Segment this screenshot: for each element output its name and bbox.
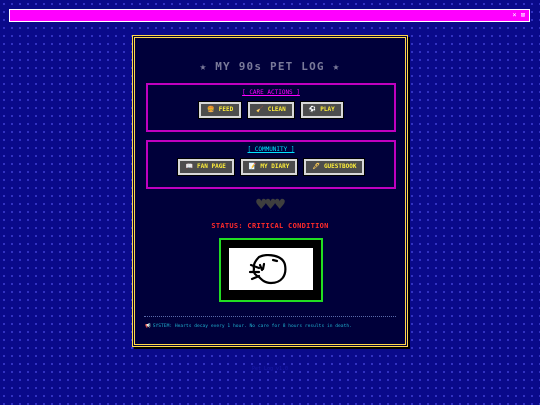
browser-title-bar: × ⊠	[9, 9, 530, 22]
community-section: [ COMMUNITY ] 📖 FAN PAGE 📝 MY DIARY 🖊 GU…	[146, 140, 396, 189]
book-icon: 📖	[185, 163, 194, 170]
notepad-icon: 📝	[248, 163, 257, 170]
guestbook-button[interactable]: 🖊 GUESTBOOK	[303, 158, 366, 176]
feed-button[interactable]: 🍔 FEED	[198, 101, 243, 119]
guestbook-label: GUESTBOOK	[323, 163, 357, 170]
system-message-text: SYSTEM: Hearts decay every 1 hour. No ca…	[152, 324, 352, 329]
my-diary-label: MY DIARY	[260, 163, 290, 170]
feed-label: FEED	[218, 106, 234, 113]
play-button[interactable]: ⚽ PLAY	[299, 101, 344, 119]
community-label: [ COMMUNITY ]	[247, 146, 295, 153]
clean-button[interactable]: 🧹 CLEAN	[247, 101, 295, 119]
hearts-icon: ♥♥♥	[256, 195, 285, 215]
clean-label: CLEAN	[267, 106, 286, 113]
window-controls-icon[interactable]: × ⊠	[512, 10, 525, 21]
fan-page-button[interactable]: 📖 FAN PAGE	[176, 158, 235, 176]
pet-log-panel: ★ MY 90s PET LOG ★ [ CARE ACTIONS ] 🍔 FE…	[132, 35, 408, 347]
fan-page-label: FAN PAGE	[197, 163, 226, 170]
status-text: STATUS: CRITICAL CONDITION	[211, 222, 329, 230]
burger-icon: 🍔	[207, 106, 215, 113]
megaphone-icon: 📢	[145, 324, 151, 329]
broom-icon: 🧹	[256, 106, 264, 113]
my-diary-button[interactable]: 📝 MY DIARY	[239, 158, 299, 176]
ball-icon: ⚽	[308, 106, 317, 113]
pet-display	[219, 238, 323, 302]
pen-icon: 🖊	[312, 163, 320, 170]
page-title: ★ MY 90s PET LOG ★	[199, 60, 341, 73]
divider	[144, 316, 396, 317]
care-actions-label: [ CARE ACTIONS ]	[242, 89, 300, 96]
care-actions-section: [ CARE ACTIONS ] 🍔 FEED 🧹 CLEAN ⚽ PLAY	[146, 83, 396, 132]
play-label: PLAY	[320, 106, 335, 113]
pet-screen	[229, 248, 313, 290]
pet-sprite-icon	[248, 254, 287, 285]
system-message: 📢 SYSTEM: Hearts decay every 1 hour. No c…	[145, 324, 352, 329]
page-footer: Pet Log v1.0	[251, 366, 289, 372]
